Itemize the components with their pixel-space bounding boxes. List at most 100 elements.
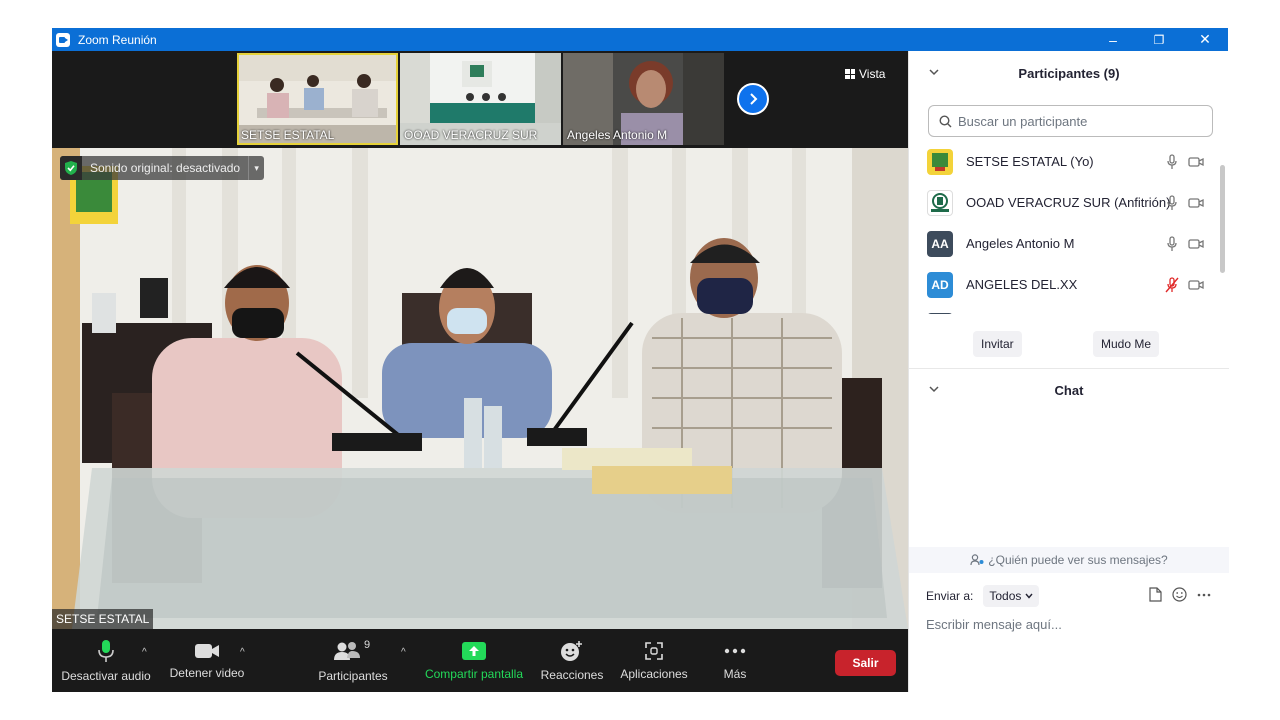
participant-name: SETSE ESTATAL (Yo) bbox=[966, 154, 1094, 169]
gallery-strip: SETSE ESTATAL OOAD VERACRUZ SUR Angeles … bbox=[52, 51, 908, 147]
send-to-dropdown[interactable]: Todos bbox=[983, 585, 1040, 607]
shield-check-icon bbox=[60, 156, 82, 180]
view-label: Vista bbox=[859, 67, 886, 81]
chat-header: Chat bbox=[909, 369, 1229, 411]
more-label: Más bbox=[723, 666, 747, 681]
chat-message-input[interactable] bbox=[926, 612, 1216, 636]
chevron-right-icon bbox=[750, 93, 758, 105]
participant-name: ANGELES DEL.XX bbox=[966, 277, 1078, 292]
more-dots-icon bbox=[724, 648, 746, 653]
setse-logo-icon bbox=[932, 152, 948, 171]
stop-video-label: Detener video bbox=[169, 665, 245, 680]
caret-down-icon[interactable]: ▾ bbox=[248, 156, 264, 180]
close-button[interactable]: ✕ bbox=[1182, 28, 1228, 51]
zoom-window: Zoom Reunión – ❐ ✕ SETSE ESTATAL OOAD VE… bbox=[52, 28, 1229, 692]
video-camera-icon[interactable] bbox=[1188, 277, 1204, 293]
thumbnail-angeles-antonio[interactable]: Angeles Antonio M bbox=[563, 53, 724, 145]
video-options-caret-icon[interactable]: ^ bbox=[240, 647, 245, 658]
more-button[interactable]: Más bbox=[712, 629, 758, 692]
invite-button[interactable]: Invitar bbox=[973, 331, 1022, 357]
original-sound-label: Sonido original: desactivado bbox=[90, 161, 241, 175]
view-button[interactable]: Vista bbox=[845, 63, 901, 85]
video-camera-icon[interactable] bbox=[1188, 236, 1204, 252]
share-screen-icon bbox=[462, 641, 486, 660]
shield-glyph bbox=[65, 161, 77, 175]
microphone-icon[interactable] bbox=[1164, 235, 1180, 252]
chevron-down-glyph bbox=[929, 385, 939, 392]
microphone-icon[interactable] bbox=[1164, 194, 1180, 211]
participant-search-input[interactable] bbox=[958, 113, 1198, 129]
next-page-button[interactable] bbox=[737, 83, 769, 115]
setse-logo-avatar bbox=[927, 148, 953, 175]
video-camera-icon[interactable] bbox=[1188, 154, 1204, 170]
emoji-icon[interactable] bbox=[1172, 587, 1187, 602]
video-camera-icon bbox=[195, 643, 219, 658]
speaker-video-image bbox=[52, 148, 908, 629]
participant-row[interactable]: AD ANGELES DEL.XX bbox=[909, 264, 1219, 305]
mute-audio-label: Desactivar audio bbox=[61, 668, 151, 683]
mute-me-button[interactable]: Mudo Me bbox=[1093, 331, 1160, 357]
leave-button[interactable]: Salir bbox=[835, 650, 896, 676]
thumbnail-name: OOAD VERACRUZ SUR bbox=[404, 128, 538, 142]
participant-search-box[interactable] bbox=[928, 105, 1213, 137]
camera-glyph bbox=[1188, 156, 1204, 167]
side-panel: Participantes (9) SETSE ESTATAL (Yo) bbox=[908, 51, 1229, 692]
participant-name: Angeles Antonio M bbox=[966, 236, 1075, 251]
participant-name: OOAD VERACRUZ SUR (Anfitrión) bbox=[966, 195, 1171, 210]
thumbnail-name: Angeles Antonio M bbox=[567, 128, 668, 142]
search-icon bbox=[939, 114, 952, 127]
mic-glyph bbox=[1167, 235, 1177, 251]
participants-count: 9 bbox=[364, 638, 371, 651]
participant-row[interactable]: OOAD VERACRUZ SUR (Anfitrión) bbox=[909, 182, 1219, 223]
who-can-see-messages[interactable]: ¿Quién puede ver sus mensajes? bbox=[909, 547, 1229, 573]
restore-button[interactable]: ❐ bbox=[1136, 28, 1182, 51]
mic-muted-glyph bbox=[1165, 276, 1179, 292]
more-options-icon[interactable] bbox=[1197, 593, 1211, 597]
file-icon[interactable] bbox=[1149, 587, 1162, 602]
mic-glyph bbox=[1167, 194, 1177, 210]
original-sound-toggle[interactable]: Sonido original: desactivado ▾ bbox=[60, 156, 265, 180]
share-screen-label: Compartir pantalla bbox=[424, 666, 524, 681]
audio-options-caret-icon[interactable]: ^ bbox=[142, 647, 147, 658]
microphone-muted-icon[interactable] bbox=[1164, 276, 1180, 293]
camera-glyph bbox=[1188, 197, 1204, 208]
reactions-button[interactable]: Reacciones bbox=[538, 629, 606, 692]
participants-header: Participantes (9) bbox=[909, 51, 1229, 95]
stop-video-button[interactable]: Detener video bbox=[168, 629, 246, 692]
apps-icon bbox=[645, 641, 663, 660]
avatar bbox=[927, 312, 953, 314]
video-camera-icon[interactable] bbox=[1188, 195, 1204, 211]
window-controls: – ❐ ✕ bbox=[1090, 28, 1228, 51]
mute-audio-button[interactable]: Desactivar audio bbox=[61, 629, 151, 692]
apps-button[interactable]: Aplicaciones bbox=[616, 629, 692, 692]
participant-list-scrollbar[interactable] bbox=[1220, 165, 1225, 273]
participant-row[interactable]: SETSE ESTATAL (Yo) bbox=[909, 141, 1219, 182]
apps-label: Aplicaciones bbox=[620, 666, 688, 681]
collapse-chevron-icon[interactable] bbox=[929, 67, 939, 80]
imss-logo-icon bbox=[931, 192, 949, 212]
mic-glyph bbox=[1167, 153, 1177, 169]
minimize-button[interactable]: – bbox=[1090, 28, 1136, 51]
share-screen-button[interactable]: Compartir pantalla bbox=[424, 629, 524, 692]
chat-title: Chat bbox=[1054, 382, 1084, 398]
meeting-toolbar: Desactivar audio ^ Detener video ^ 9 Par… bbox=[52, 629, 908, 692]
send-to-label: Enviar a: bbox=[926, 589, 974, 603]
microphone-icon[interactable] bbox=[1164, 153, 1180, 170]
camera-glyph bbox=[1188, 279, 1204, 290]
participant-row[interactable]: AA Angeles Antonio M bbox=[909, 223, 1219, 264]
participants-options-caret-icon[interactable]: ^ bbox=[401, 647, 406, 658]
thumbnail-ooad-veracruz-sur[interactable]: OOAD VERACRUZ SUR bbox=[400, 53, 561, 145]
participants-icon-group: 9 bbox=[333, 639, 373, 663]
participants-button[interactable]: 9 Participantes bbox=[316, 629, 390, 692]
thumbnail-setse-estatal[interactable]: SETSE ESTATAL bbox=[237, 53, 398, 145]
imss-logo-avatar bbox=[927, 189, 953, 216]
chevron-down-glyph bbox=[929, 68, 939, 75]
participant-list: SETSE ESTATAL (Yo) OOAD VERACRUZ SUR (An bbox=[909, 141, 1229, 314]
avatar: AD bbox=[927, 271, 953, 298]
thumbnail-name: SETSE ESTATAL bbox=[241, 128, 335, 142]
title-bar: Zoom Reunión – ❐ ✕ bbox=[52, 28, 1228, 51]
send-to-value: Todos bbox=[989, 589, 1022, 603]
collapse-chevron-icon[interactable] bbox=[929, 384, 939, 397]
speaker-name-label: SETSE ESTATAL bbox=[52, 609, 154, 629]
chat-tools bbox=[1149, 587, 1211, 602]
